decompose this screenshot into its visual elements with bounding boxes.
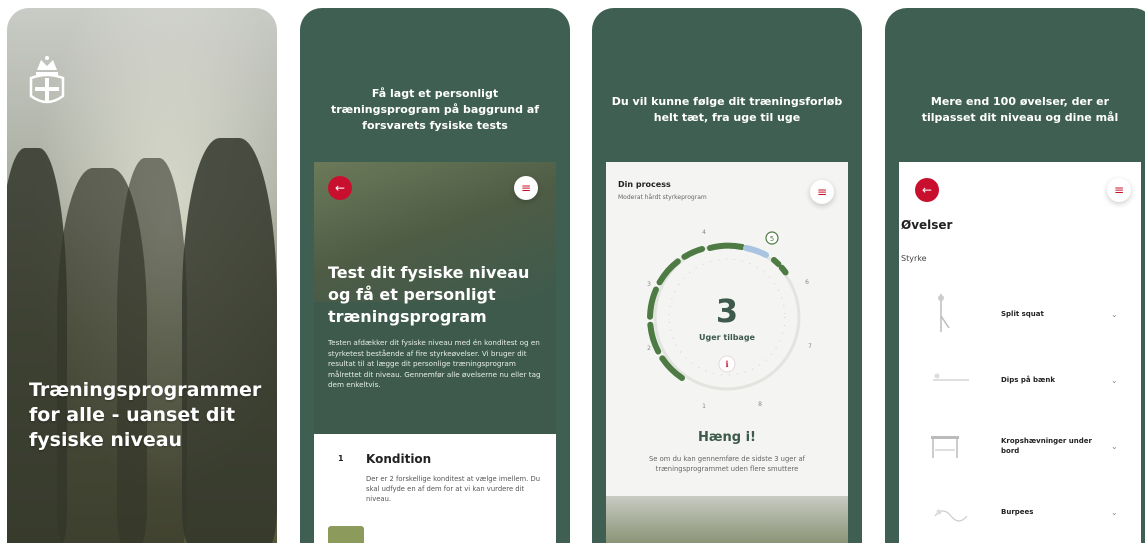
page-title: Øvelser [901,218,953,232]
category-label: Styrke [901,254,927,263]
menu-icon: ≡ [816,185,828,199]
menu-icon: ≡ [1113,183,1125,197]
week-tick: 8 [758,401,762,408]
promo-caption: Mere end 100 øvelser, der er tilpasset d… [921,95,1119,124]
menu-icon: ≡ [520,181,532,195]
exercise-name: Split squat [1001,310,1044,318]
exercise-name: Kropshævninger under bord [1001,437,1092,455]
weeks-left-label: Uger tilbage [699,333,756,342]
section-description: Der er 2 forskellige konditest at vælge … [366,475,541,503]
exercise-row[interactable]: Kropshævninger under bord ⌄ [899,414,1141,478]
progress-ring: 5 4 3 2 1 6 7 8 3 Uger tilbage i [647,229,812,410]
phone-screen-exercises: ← ≡ Øvelser Styrke Split squat ⌄ Dips på… [899,162,1141,543]
exercise-illustration [931,436,959,458]
exercise-illustration [933,373,969,381]
test-thumbnail[interactable] [328,526,364,543]
week-tick: 4 [702,229,706,236]
promo-card-1: Træningsprogrammer for alle - uanset dit… [7,8,277,543]
page-heading: Test dit fysiske niveau og få et personl… [328,263,530,326]
promo-caption: Få lagt et personligt træningsprogram på… [330,87,540,132]
test-section[interactable]: 1 Kondition Der er 2 forskellige kondite… [314,434,556,543]
soldier-silhouette [182,138,277,543]
footer-photo [606,496,848,543]
section-number: 1 [338,454,344,463]
motivation-description: Se om du kan gennemføre de sidste 3 uger… [648,455,806,473]
promo-card-4: Mere end 100 øvelser, der er tilpasset d… [885,8,1145,543]
exercise-row[interactable]: Dips på bænk ⌄ [899,348,1141,412]
info-icon: i [725,359,728,369]
menu-button[interactable]: ≡ [514,176,538,200]
chevron-down-icon: ⌄ [1111,309,1118,319]
promo-card-3: Du vil kunne følge dit træningsforløb he… [592,8,862,543]
arrow-left-icon: ← [921,183,933,197]
intro-text: Testen afdækker dit fysiske niveau med é… [328,338,541,389]
exercise-row[interactable]: Burpees ⌄ [899,480,1141,543]
menu-button[interactable]: ≡ [1107,178,1131,202]
phone-screen-test: ← ≡ Test dit fysiske niveau og få et per… [314,162,556,543]
menu-button[interactable]: ≡ [810,180,834,204]
arrow-left-icon: ← [334,181,346,195]
process-title: Din process [618,180,671,189]
exercise-name: Dips på bænk [1001,376,1055,384]
phone-screen-progress: Din process Moderat hårdt styrkeprogram … [606,162,848,543]
current-week: 5 [770,235,774,243]
back-button[interactable]: ← [915,178,939,202]
exercise-illustration [938,294,950,332]
weeks-left-number: 3 [716,292,738,330]
exercise-name: Burpees [1001,508,1034,516]
back-button[interactable]: ← [328,176,352,200]
soldier-silhouette [117,158,187,543]
week-tick: 2 [647,345,651,352]
section-title: Kondition [366,452,432,466]
week-tick: 6 [805,279,809,286]
week-tick: 3 [647,281,651,288]
exercise-row[interactable]: Split squat ⌄ [899,282,1141,346]
week-tick: 7 [808,343,812,350]
app-store-screenshots: Træningsprogrammer for alle - uanset dit… [0,0,1145,543]
exercise-illustration [934,509,968,522]
chevron-down-icon: ⌄ [1111,507,1118,517]
promo-card-2: Få lagt et personligt træningsprogram på… [300,8,570,543]
week-tick: 1 [702,403,706,410]
promo-title: Træningsprogrammer for alle - uanset dit… [29,379,262,451]
motivation-title: Hæng i! [698,430,756,445]
chevron-down-icon: ⌄ [1111,375,1118,385]
crest-icon [29,56,65,104]
chevron-down-icon: ⌄ [1111,441,1118,451]
process-subtitle: Moderat hårdt styrkeprogram [618,194,707,201]
promo-caption: Du vil kunne følge dit træningsforløb he… [611,95,843,124]
